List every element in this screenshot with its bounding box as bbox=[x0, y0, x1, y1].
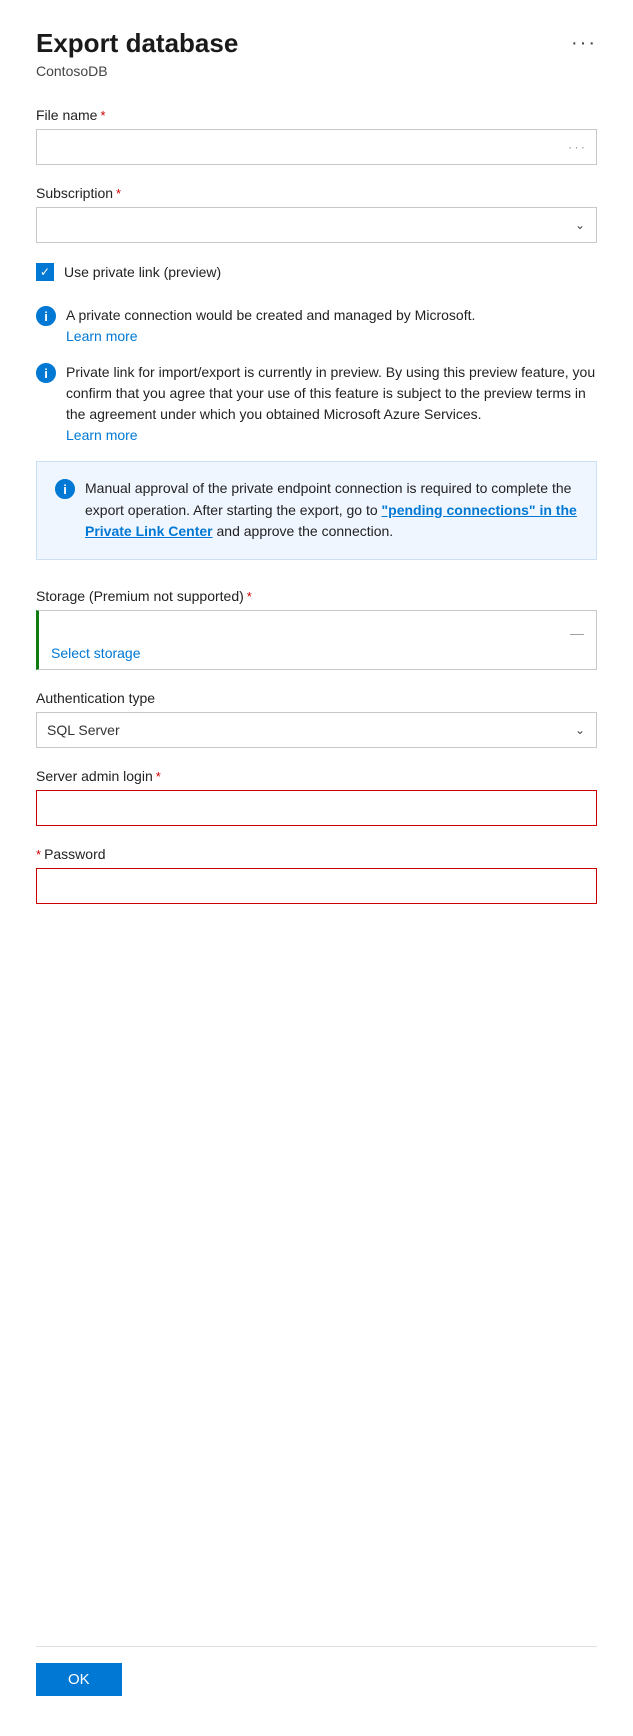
auth-type-label: Authentication type bbox=[36, 690, 597, 706]
header-row: Export database ··· bbox=[36, 28, 597, 59]
password-input[interactable] bbox=[36, 868, 597, 904]
auth-type-select[interactable]: SQL Server Azure Active Directory bbox=[36, 712, 597, 748]
storage-input-area[interactable]: — Select storage bbox=[36, 610, 597, 670]
svg-text:i: i bbox=[63, 482, 67, 497]
file-name-input[interactable] bbox=[36, 129, 597, 165]
server-admin-login-required: * bbox=[156, 769, 161, 784]
server-admin-login-group: Server admin login * bbox=[36, 768, 597, 826]
ok-button[interactable]: OK bbox=[36, 1663, 122, 1696]
notice-text-after: and approve the connection. bbox=[213, 523, 394, 539]
svg-text:i: i bbox=[44, 366, 48, 381]
file-name-label: File name * bbox=[36, 107, 597, 123]
info-block-2: i Private link for import/export is curr… bbox=[36, 362, 597, 443]
info-block-1: i A private connection would be created … bbox=[36, 305, 597, 344]
footer-bar: OK bbox=[36, 1646, 597, 1696]
info-icon-1: i bbox=[36, 306, 56, 326]
learn-more-link-1[interactable]: Learn more bbox=[66, 328, 475, 344]
storage-group: Storage (Premium not supported) * — Sele… bbox=[36, 588, 597, 670]
more-options-icon[interactable]: ··· bbox=[571, 28, 597, 55]
file-name-required: * bbox=[100, 108, 105, 123]
checkbox-check-icon: ✓ bbox=[40, 266, 50, 278]
storage-required: * bbox=[247, 589, 252, 604]
private-link-checkbox[interactable]: ✓ bbox=[36, 263, 54, 281]
server-admin-login-label: Server admin login * bbox=[36, 768, 597, 784]
info-icon-2: i bbox=[36, 363, 56, 383]
storage-dash: — bbox=[51, 625, 584, 641]
file-name-input-wrapper: ··· bbox=[36, 129, 597, 165]
select-storage-link[interactable]: Select storage bbox=[51, 645, 584, 661]
subscription-select[interactable] bbox=[36, 207, 597, 243]
file-name-dots: ··· bbox=[568, 140, 587, 155]
subscription-required: * bbox=[116, 186, 121, 201]
password-label: * Password bbox=[36, 846, 597, 862]
private-link-row[interactable]: ✓ Use private link (preview) bbox=[36, 263, 597, 281]
storage-label: Storage (Premium not supported) * bbox=[36, 588, 597, 604]
info-text-2: Private link for import/export is curren… bbox=[66, 362, 597, 443]
export-database-panel: Export database ··· ContosoDB File name … bbox=[0, 0, 633, 1736]
page-title: Export database bbox=[36, 28, 238, 59]
subscription-label: Subscription * bbox=[36, 185, 597, 201]
subscription-group: Subscription * ⌄ bbox=[36, 185, 597, 243]
password-group: * Password bbox=[36, 846, 597, 904]
auth-type-group: Authentication type SQL Server Azure Act… bbox=[36, 690, 597, 748]
notice-text-block: Manual approval of the private endpoint … bbox=[85, 478, 578, 543]
notice-icon: i bbox=[55, 479, 75, 499]
password-required: * bbox=[36, 847, 41, 862]
learn-more-link-2[interactable]: Learn more bbox=[66, 427, 597, 443]
notice-box: i Manual approval of the private endpoin… bbox=[36, 461, 597, 560]
svg-text:i: i bbox=[44, 309, 48, 324]
subtitle: ContosoDB bbox=[36, 63, 597, 79]
subscription-select-wrapper: ⌄ bbox=[36, 207, 597, 243]
auth-type-select-wrapper: SQL Server Azure Active Directory ⌄ bbox=[36, 712, 597, 748]
file-name-group: File name * ··· bbox=[36, 107, 597, 165]
server-admin-login-input[interactable] bbox=[36, 790, 597, 826]
private-link-label: Use private link (preview) bbox=[64, 264, 221, 280]
info-text-1: A private connection would be created an… bbox=[66, 305, 475, 344]
